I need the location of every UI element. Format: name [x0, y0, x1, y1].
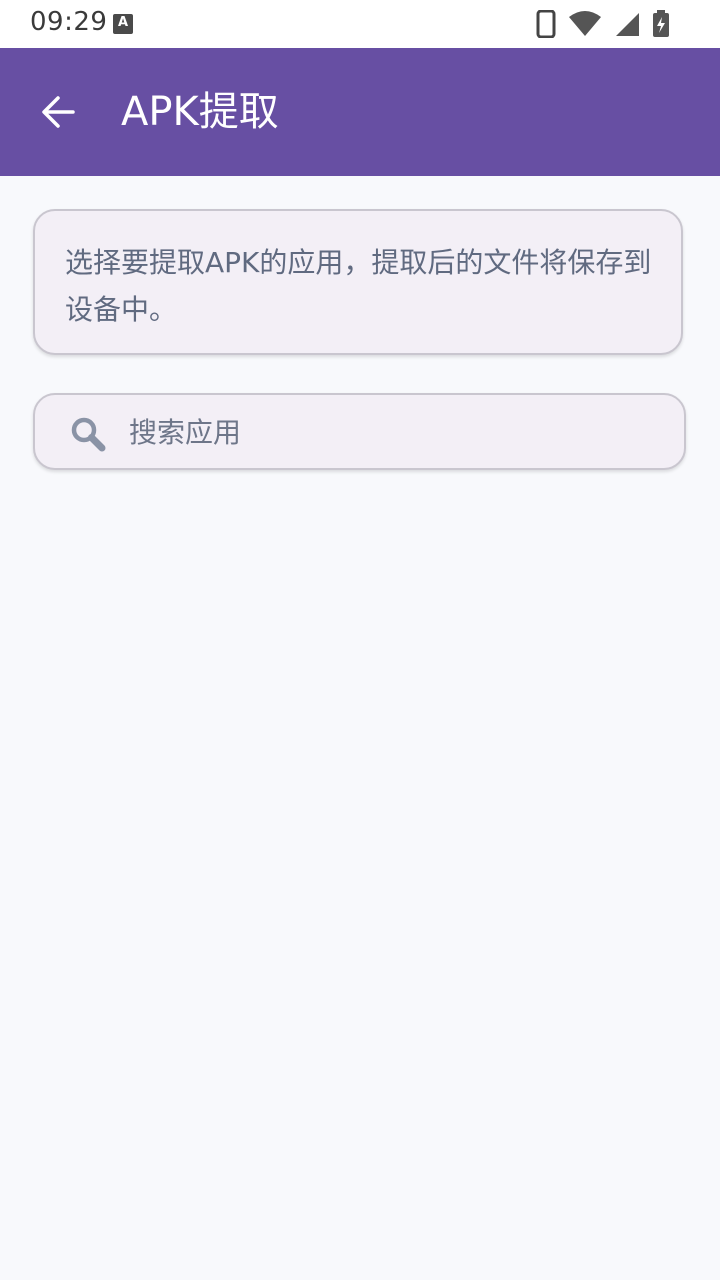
search-input[interactable]: [129, 407, 649, 457]
info-text: 选择要提取APK的应用，提取后的文件将保存到设备中。: [65, 246, 652, 326]
search-icon: [71, 417, 106, 452]
back-button[interactable]: [28, 82, 88, 142]
search-box[interactable]: [33, 393, 686, 470]
battery-charging-icon: [653, 10, 669, 37]
status-time: 09:29: [30, 7, 108, 37]
phone-icon: [536, 10, 556, 38]
arrow-back-icon: [42, 96, 75, 128]
status-bar: 09:29 A: [0, 0, 720, 48]
info-card: 选择要提取APK的应用，提取后的文件将保存到设备中。: [33, 209, 683, 355]
cell-signal-icon: [616, 13, 639, 36]
notification-a-icon: A: [113, 14, 133, 34]
page-title: APK提取: [121, 89, 279, 135]
app-bar: APK提取: [0, 48, 720, 176]
wifi-icon: [569, 11, 601, 36]
status-icons: [536, 8, 670, 40]
